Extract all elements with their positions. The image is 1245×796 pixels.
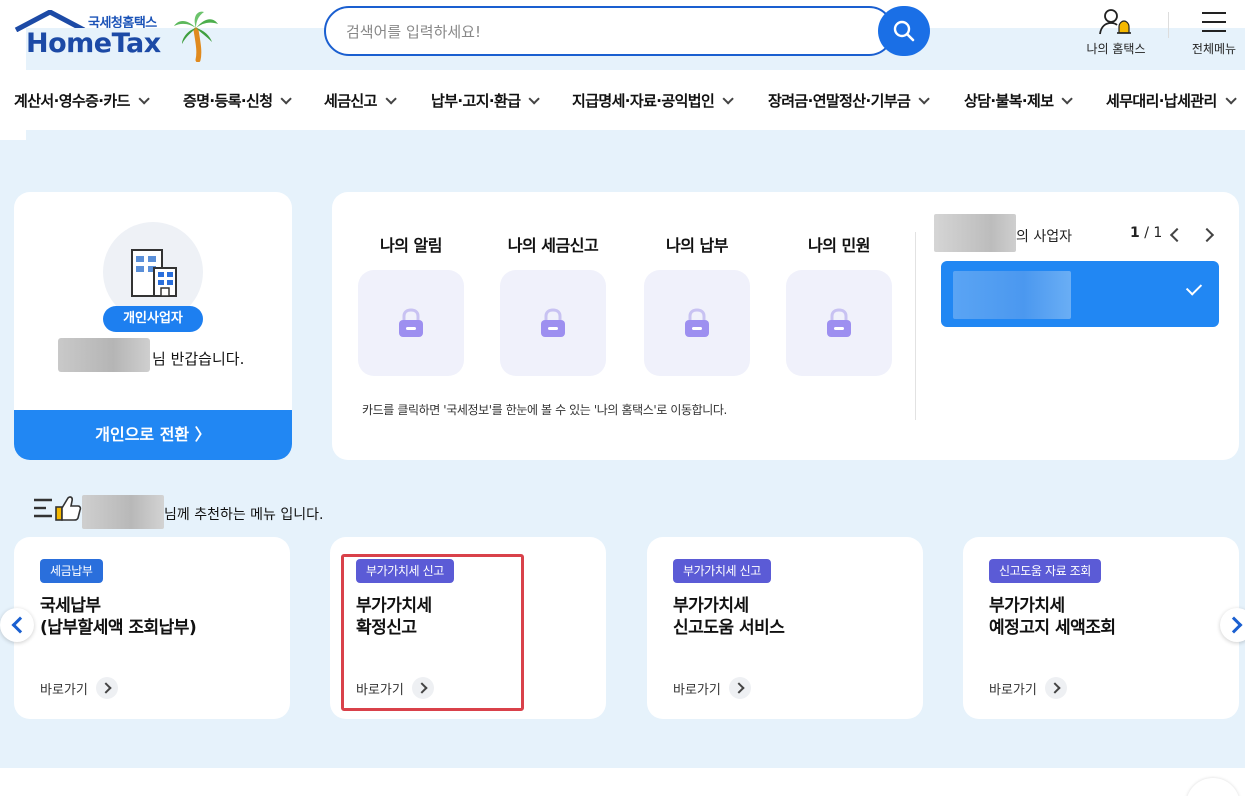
tile-box[interactable] [500,270,606,376]
lock-icon [541,308,565,337]
tile-my-tax-report[interactable]: 나의 세금신고 [498,232,608,376]
masked-user-name [58,338,150,372]
chevron-down-icon [138,92,150,105]
header: 국세청홈택스 HomeTax 나의 홈택스 [0,0,1245,656]
tile-title: 나의 세금신고 [507,236,599,255]
nav-item-label: 납부·고지·환급 [431,92,521,110]
tile-my-payment[interactable]: 나의 납부 [642,232,752,376]
my-hometax-label: 나의 홈택스 [1086,42,1146,56]
all-menu-label: 전체메뉴 [1191,42,1237,56]
category-tag: 부가가치세 신고 [673,559,771,583]
tile-my-civil-affairs[interactable]: 나의 민원 [784,232,894,376]
chevron-down-icon [385,92,397,105]
arrow-right-icon [95,677,118,699]
chevron-down-icon [722,92,734,105]
tile-box[interactable] [358,270,464,376]
masked-business-info [953,271,1071,319]
tile-title: 나의 납부 [666,236,728,255]
building-icon [131,249,177,297]
business-label: 의 사업자 [1016,229,1072,245]
shortcut-link[interactable]: 바로가기 [40,677,118,699]
arrow-right-icon [728,677,751,699]
recommend-card[interactable]: 부가가치세 신고 부가가치세 신고도움 서비스 바로가기 [647,537,923,719]
search-button[interactable] [878,6,930,56]
nav-item-label: 증명·등록·신청 [183,92,273,110]
masked-user-name [82,495,164,529]
main-content: 개인사업자 님 반갑습니다. 개인으로 전환 〉 나의 알림 나의 세금신고 나… [0,140,1245,768]
chevron-left-icon[interactable] [1169,227,1185,243]
category-tag: 신고도움 자료 조회 [989,559,1101,583]
shortcut-link[interactable]: 바로가기 [673,677,751,699]
card-title: 부가가치세 신고도움 서비스 [673,596,785,638]
search-icon [893,20,915,42]
main-nav: 계산서·영수증·카드 증명·등록·신청 세금신고 납부·고지·환급 지급명세·자… [0,70,1245,130]
tile-box[interactable] [644,270,750,376]
chevron-down-icon [1061,92,1074,105]
hamburger-menu-icon [1202,12,1226,32]
greeting-text: 님 반갑습니다. [152,350,245,368]
tile-my-notification[interactable]: 나의 알림 [356,232,466,376]
info-note: 카드를 클릭하면 '국세정보'를 한눈에 볼 수 있는 '나의 홈택스'로 이동… [362,403,727,417]
nav-item-tax-report[interactable]: 세금신고 [324,90,397,111]
nav-item-label: 장려금·연말정산·기부금 [768,92,911,110]
nav-item-label: 세금신고 [324,92,377,110]
recommend-card[interactable]: 신고도움 자료 조회 부가가치세 예정고지 세액조회 바로가기 [963,537,1239,719]
business-type-badge: 개인사업자 [103,306,203,332]
tile-title: 나의 민원 [808,236,870,255]
chevron-down-icon [918,92,930,105]
user-bell-icon [1099,9,1131,35]
nav-item-consult[interactable]: 상담·불복·제보 [964,90,1074,111]
nav-item-label: 세무대리·납세관리 [1106,92,1217,110]
arrow-right-icon [1044,677,1067,699]
nav-item-label: 상담·불복·제보 [964,92,1054,110]
chevron-down-icon [280,92,293,105]
palm-tree-icon [174,11,218,62]
my-hometax-button[interactable]: 나의 홈택스 [1080,6,1152,57]
category-tag: 세금납부 [40,559,103,583]
chevron-down-icon [528,92,541,105]
masked-business-name [934,214,1016,252]
tile-box[interactable] [786,270,892,376]
profile-card: 개인사업자 님 반갑습니다. 개인으로 전환 〉 [14,192,292,460]
nav-item-invoice[interactable]: 계산서·영수증·카드 [14,90,150,111]
hometax-logo[interactable]: 국세청홈택스 HomeTax [12,6,1245,656]
nav-item-statement[interactable]: 지급명세·자료·공익법인 [572,90,734,111]
recommend-card[interactable]: 세금납부 국세납부 (납부할세액 조회납부) 바로가기 [14,537,290,719]
search-input[interactable] [346,20,846,44]
nav-item-incentive[interactable]: 장려금·연말정산·기부금 [768,90,930,111]
card-title: 국세납부 (납부할세액 조회납부) [40,596,197,638]
chevron-right-icon[interactable] [1199,227,1215,243]
my-info-card: 나의 알림 나의 세금신고 나의 납부 나의 민원 카드를 클릭하면 '국세정보… [332,192,1239,460]
search-bar [324,6,894,56]
business-selector-card[interactable] [941,261,1219,327]
check-icon [1185,279,1203,296]
shortcut-label: 바로가기 [673,682,721,698]
thumbs-up-list-icon [34,496,82,521]
recommend-title-text: 님께 추천하는 메뉴 입니다. [164,507,324,523]
all-menu-button[interactable]: 전체메뉴 [1184,6,1244,57]
pager-total: / 1 [1144,225,1163,241]
tile-title: 나의 알림 [380,236,442,255]
shortcut-label: 바로가기 [989,682,1037,698]
nav-item-label: 지급명세·자료·공익법인 [572,92,715,110]
nav-item-certificate[interactable]: 증명·등록·신청 [183,90,293,111]
switch-to-individual-button[interactable]: 개인으로 전환 〉 [14,410,292,460]
divider [915,232,916,420]
shortcut-label: 바로가기 [40,682,88,698]
header-divider [1168,12,1169,38]
card-title: 부가가치세 예정고지 세액조회 [989,596,1116,638]
shortcut-link[interactable]: 바로가기 [989,677,1067,699]
nav-item-label: 계산서·영수증·카드 [14,92,130,110]
business-pager: 1 / 1 [1130,225,1162,241]
carousel-prev-button[interactable] [0,608,34,642]
floating-button[interactable] [1186,778,1240,796]
lock-icon [685,308,709,337]
nav-item-tax-agent[interactable]: 세무대리·납세관리 [1106,90,1237,111]
pager-current: 1 [1130,225,1140,241]
highlight-box [341,554,524,711]
lock-icon [827,308,851,337]
nav-item-payment[interactable]: 납부·고지·환급 [431,90,541,111]
chevron-down-icon [1225,92,1237,105]
lock-icon [399,308,423,337]
